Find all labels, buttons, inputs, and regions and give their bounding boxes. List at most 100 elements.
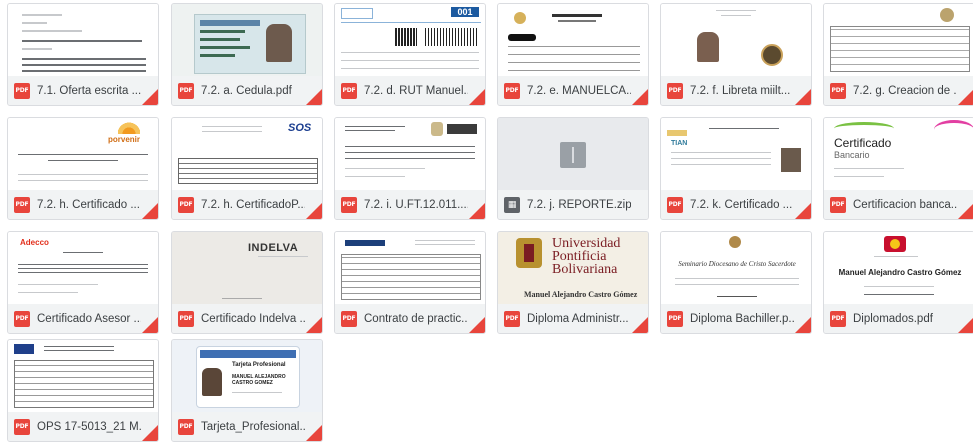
file-name: 7.2. i. U.FT.12.011.... [364, 198, 468, 211]
file-name: Certificado Indelva ... [201, 312, 305, 325]
pdf-icon: PDF [14, 196, 30, 213]
file-tile[interactable]: PDF Contrato de practic... [334, 231, 486, 334]
file-tile[interactable]: PDF OPS 17-5013_21 M... [7, 339, 159, 442]
pdf-corner-icon [142, 89, 158, 105]
file-name: 7.2. j. REPORTE.zip [527, 198, 631, 211]
file-thumbnail: Seminario Diocesano de Cristo Sacerdote [661, 232, 811, 304]
file-tile[interactable]: Certificado Bancario PDF Certificacion b… [823, 117, 973, 220]
pdf-icon: PDF [667, 82, 683, 99]
diplomados-holder-name: Manuel Alejandro Castro Gómez [838, 268, 962, 277]
zip-icon [560, 142, 586, 168]
file-tile[interactable]: INDELVA PDF Certificado Indelva ... [171, 231, 323, 334]
file-footer: PDF 7.2. i. U.FT.12.011.... [335, 190, 485, 219]
pdf-corner-icon [142, 203, 158, 219]
file-name: 7.2. h. CertificadoP... [201, 198, 305, 211]
file-footer: ▦ 7.2. j. REPORTE.zip [498, 190, 648, 219]
file-thumbnail: INDELVA [172, 232, 322, 304]
pdf-icon: PDF [667, 310, 683, 327]
pdf-corner-icon [306, 425, 322, 441]
file-footer: PDF Diplomados.pdf [824, 304, 973, 333]
pdf-corner-icon [958, 317, 973, 333]
adecco-logo: Adecco [20, 238, 49, 247]
file-footer: PDF 7.1. Oferta escrita ... [8, 76, 158, 105]
file-name: Certificado Asesor ... [37, 312, 141, 325]
file-thumbnail: SOS [172, 118, 322, 190]
file-thumbnail [8, 340, 158, 412]
seminario-title: Seminario Diocesano de Cristo Sacerdote [678, 260, 796, 268]
pdf-icon: PDF [178, 418, 194, 435]
file-footer: PDF 7.2. a. Cedula.pdf [172, 76, 322, 105]
file-tile[interactable]: Seminario Diocesano de Cristo Sacerdote … [660, 231, 812, 334]
file-tile[interactable]: PDF 7.2. f. Libreta miilt... [660, 3, 812, 106]
file-name: 7.2. e. MANUELCA... [527, 84, 631, 97]
pdf-icon: PDF [830, 82, 846, 99]
file-tile[interactable]: PDF 7.2. e. MANUELCA... [497, 3, 649, 106]
pdf-corner-icon [795, 317, 811, 333]
file-footer: PDF 7.2. e. MANUELCA... [498, 76, 648, 105]
pdf-icon: PDF [504, 82, 520, 99]
pdf-icon: PDF [14, 310, 30, 327]
tarjeta-title: Tarjeta Profesional [232, 362, 286, 368]
pdf-corner-icon [306, 203, 322, 219]
file-footer: PDF Tarjeta_Profesional... [172, 412, 322, 441]
file-footer: PDF Certificado Indelva ... [172, 304, 322, 333]
file-tile[interactable]: ▦ 7.2. j. REPORTE.zip [497, 117, 649, 220]
file-tile[interactable]: 001 PDF 7.2. d. RUT Manuel... [334, 3, 486, 106]
pdf-icon: PDF [830, 196, 846, 213]
file-thumbnail: porvenir [8, 118, 158, 190]
file-name: 7.2. k. Certificado ... [690, 198, 793, 211]
file-thumbnail [498, 118, 648, 190]
file-tile[interactable]: Adecco PDF Certificado Asesor ... [7, 231, 159, 334]
pdf-icon: PDF [178, 196, 194, 213]
pdf-icon: PDF [178, 82, 194, 99]
file-tile[interactable]: PDF 7.2. a. Cedula.pdf [171, 3, 323, 106]
file-thumbnail [335, 118, 485, 190]
pdf-icon: PDF [178, 310, 194, 327]
pdf-corner-icon [469, 317, 485, 333]
file-thumbnail [661, 4, 811, 76]
pdf-icon: PDF [504, 310, 520, 327]
certificado-title: Certificado [834, 136, 892, 150]
file-tile[interactable]: Universidad Pontificia Bolivariana Manue… [497, 231, 649, 334]
file-footer: PDF Contrato de practic... [335, 304, 485, 333]
bancario-subtitle: Bancario [834, 150, 870, 160]
file-name: 7.1. Oferta escrita ... [37, 84, 141, 97]
pdf-corner-icon [142, 317, 158, 333]
pdf-corner-icon [632, 317, 648, 333]
sos-logo: SOS [288, 122, 312, 134]
pdf-corner-icon [795, 89, 811, 105]
file-footer: PDF Diploma Administr... [498, 304, 648, 333]
file-thumbnail: Tarjeta Profesional MANUEL ALEJANDRO CAS… [172, 340, 322, 412]
file-tile[interactable]: PDF 7.1. Oferta escrita ... [7, 3, 159, 106]
archive-icon: ▦ [504, 196, 520, 213]
file-name: 7.2. d. RUT Manuel... [364, 84, 468, 97]
pdf-icon: PDF [341, 82, 357, 99]
file-footer: PDF 7.2. f. Libreta miilt... [661, 76, 811, 105]
rut-number: 001 [451, 7, 479, 17]
file-name: Tarjeta_Profesional... [201, 420, 305, 433]
file-name: Diploma Administr... [527, 312, 629, 325]
pdf-corner-icon [306, 89, 322, 105]
file-name: 7.2. g. Creacion de ... [853, 84, 957, 97]
file-name: 7.2. a. Cedula.pdf [201, 84, 292, 97]
file-footer: PDF Diploma Bachiller.p... [661, 304, 811, 333]
file-tile[interactable]: PDF 7.2. i. U.FT.12.011.... [334, 117, 486, 220]
pdf-corner-icon [142, 425, 158, 441]
pdf-corner-icon [469, 89, 485, 105]
tarjeta-holder-name: MANUEL ALEJANDRO CASTRO GOMEZ [232, 374, 286, 386]
pdf-corner-icon [306, 317, 322, 333]
porvenir-logo: porvenir [108, 135, 141, 144]
pdf-icon: PDF [14, 418, 30, 435]
file-footer: PDF Certificacion banca... [824, 190, 973, 219]
file-tile[interactable]: PDF 7.2. g. Creacion de ... [823, 3, 973, 106]
file-name: Contrato de practic... [364, 312, 468, 325]
file-tile[interactable]: TIAN PDF 7.2. k. Certificado ... [660, 117, 812, 220]
file-tile[interactable]: Manuel Alejandro Castro Gómez PDF Diplom… [823, 231, 973, 334]
file-thumbnail [335, 232, 485, 304]
file-thumbnail: 001 [335, 4, 485, 76]
pdf-corner-icon [632, 89, 648, 105]
file-tile[interactable]: Tarjeta Profesional MANUEL ALEJANDRO CAS… [171, 339, 323, 442]
file-tile[interactable]: porvenir PDF 7.2. h. Certificado ... [7, 117, 159, 220]
file-tile[interactable]: SOS PDF 7.2. h. CertificadoP... [171, 117, 323, 220]
file-thumbnail: Universidad Pontificia Bolivariana Manue… [498, 232, 648, 304]
